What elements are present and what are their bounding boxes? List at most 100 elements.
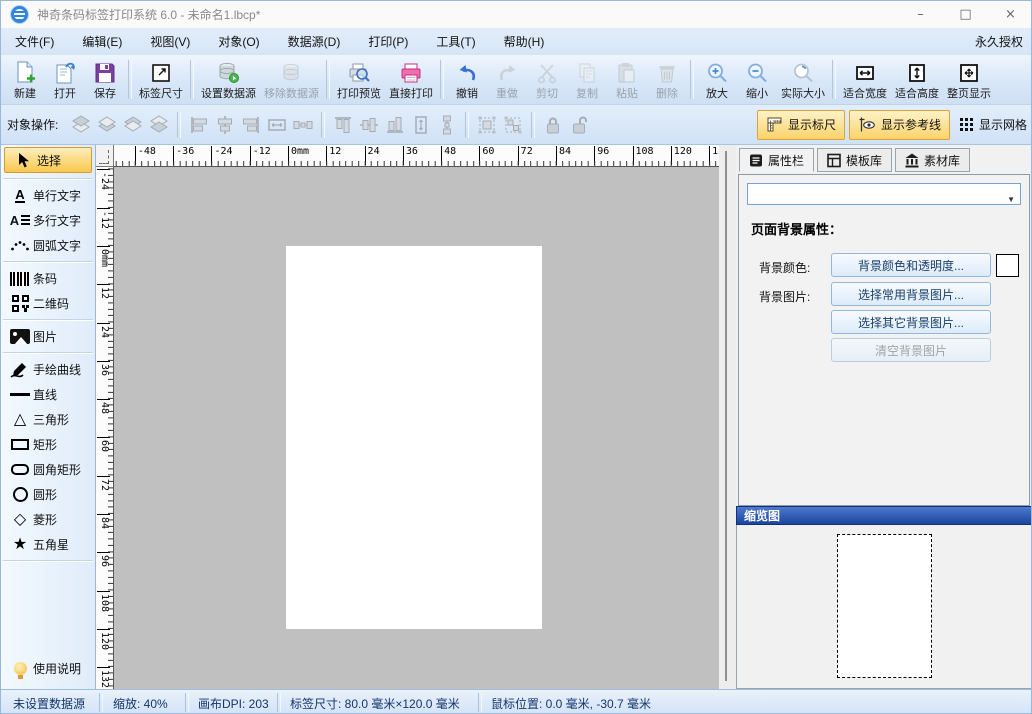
v-ruler-label: 108 — [97, 591, 110, 612]
tool-star[interactable]: ★ 五角星 — [1, 532, 95, 557]
button-label: 删除 — [656, 85, 678, 101]
bg-color-button[interactable]: 背景颜色和透明度... — [831, 253, 991, 277]
menu-tools[interactable]: 工具(T) — [422, 33, 489, 50]
tool-select[interactable]: 选择 — [4, 147, 92, 173]
button-label: 保存 — [94, 85, 116, 101]
new-button[interactable]: 新建 — [5, 55, 45, 104]
label-page[interactable] — [286, 246, 542, 629]
diamond-icon: ◇ — [7, 512, 33, 528]
status-separator — [185, 693, 189, 712]
cut-button: 剪切 — [527, 55, 567, 104]
toolbox-separator — [3, 319, 93, 321]
h-ruler-label: 132 — [709, 146, 719, 165]
set-datasource-button[interactable]: 设置数据源 — [197, 55, 260, 104]
help-button[interactable]: 使用说明 — [1, 656, 95, 681]
tab-template-library[interactable]: 模板库 — [817, 148, 892, 172]
undo-icon — [456, 60, 479, 84]
toggle-label: 显示网格 — [979, 116, 1027, 133]
tab-material-library[interactable]: 素材库 — [895, 148, 970, 172]
menu-help[interactable]: 帮助(H) — [490, 33, 559, 50]
bg-image-other-button[interactable]: 选择其它背景图片... — [831, 310, 991, 334]
h-ruler-label: -48 — [135, 146, 156, 165]
menu-view[interactable]: 视图(V) — [136, 33, 204, 50]
object-select-dropdown[interactable]: ▼ — [747, 183, 1021, 205]
menu-edit[interactable]: 编辑(E) — [68, 33, 136, 50]
show-ruler-toggle[interactable]: 显示标尺 — [757, 110, 845, 140]
save-icon — [94, 60, 116, 84]
v-ruler-label: 60 — [97, 437, 110, 452]
menu-datasource[interactable]: 数据源(D) — [274, 33, 355, 50]
button-label: 适合宽度 — [843, 85, 887, 101]
tool-circle[interactable]: 圆形 — [1, 482, 95, 507]
whole-page-button[interactable]: 整页显示 — [943, 55, 995, 104]
button-label: 剪切 — [536, 85, 558, 101]
tool-multi-line-text[interactable]: A 多行文字 — [1, 208, 95, 233]
tool-qrcode[interactable]: 二维码 — [1, 291, 95, 316]
menu-print[interactable]: 打印(P) — [354, 33, 422, 50]
fit-height-button[interactable]: 适合高度 — [891, 55, 943, 104]
zoom-out-button[interactable]: 缩小 — [737, 55, 777, 104]
bg-color-swatch[interactable] — [996, 254, 1019, 277]
same-height-icon — [409, 113, 433, 137]
h-ruler-label: 108 — [633, 146, 654, 165]
toolbar-separator — [690, 60, 694, 99]
print-preview-button[interactable]: 打印预览 — [333, 55, 385, 104]
main-toolbar: 新建 打开 保存 标签尺寸 设置数据源 移除数据源 打印预览 — [1, 55, 1032, 105]
toolbar-separator — [190, 60, 194, 99]
distribute-vertical-icon — [435, 113, 459, 137]
status-separator — [478, 693, 482, 712]
button-label: 打印预览 — [337, 85, 381, 101]
tool-diamond[interactable]: ◇ 菱形 — [1, 507, 95, 532]
h-ruler-label: 12 — [326, 146, 341, 165]
license-status: 永久授权 — [975, 33, 1032, 50]
bg-image-common-button[interactable]: 选择常用背景图片... — [831, 282, 991, 306]
tool-straight-line[interactable]: 直线 — [1, 382, 95, 407]
send-backward-icon — [121, 113, 145, 137]
properties-panel: ▼ 页面背景属性： 背景颜色: 背景颜色和透明度... 背景图片: 选择常用背景… — [738, 174, 1030, 506]
label-size-button[interactable]: 标签尺寸 — [135, 55, 187, 104]
bg-color-label: 背景颜色: — [759, 259, 810, 276]
toolbar-separator — [128, 60, 132, 99]
ruler-icon — [766, 116, 783, 133]
fit-width-button[interactable]: 适合宽度 — [839, 55, 891, 104]
direct-print-button[interactable]: 直接打印 — [385, 55, 437, 104]
tab-properties[interactable]: 属性栏 — [739, 148, 814, 172]
tool-barcode[interactable]: 条码 — [1, 266, 95, 291]
tool-triangle[interactable]: △ 三角形 — [1, 407, 95, 432]
menu-file[interactable]: 文件(F) — [1, 33, 68, 50]
panel-splitter[interactable] — [719, 145, 736, 689]
straight-line-icon — [7, 393, 33, 396]
tool-image[interactable]: 图片 — [1, 324, 95, 349]
minimize-button[interactable]: – — [898, 1, 943, 28]
v-ruler-label: -12 — [97, 208, 110, 229]
undo-button[interactable]: 撤销 — [447, 55, 487, 104]
v-ruler-label: -24 — [97, 169, 110, 190]
menu-object[interactable]: 对象(O) — [204, 33, 273, 50]
actual-size-button[interactable]: 实际大小 — [777, 55, 829, 104]
toolbar-separator — [531, 112, 535, 138]
tool-rectangle[interactable]: 矩形 — [1, 432, 95, 457]
toolbar-separator — [832, 60, 836, 99]
design-canvas[interactable] — [114, 167, 719, 689]
maximize-button[interactable]: □ — [943, 1, 988, 28]
close-button[interactable]: × — [988, 1, 1032, 28]
tool-rounded-rectangle[interactable]: 圆角矩形 — [1, 457, 95, 482]
zoom-out-icon — [746, 60, 768, 84]
tool-arc-text[interactable]: 圆弧文字 — [1, 233, 95, 258]
zoom-in-button[interactable]: 放大 — [697, 55, 737, 104]
toolbox-separator — [3, 261, 93, 263]
h-ruler-label: 48 — [441, 146, 456, 165]
align-left-icon — [187, 113, 211, 137]
show-grid-toggle[interactable]: 显示网格 — [960, 116, 1027, 133]
horizontal-ruler: -48-36-24-120mm1224364860728496108120132 — [114, 145, 719, 167]
rounded-rectangle-icon — [7, 464, 33, 475]
tool-single-line-text[interactable]: A 单行文字 — [1, 183, 95, 208]
show-guideline-toggle[interactable]: 显示参考线 — [849, 110, 950, 140]
tool-label: 三角形 — [33, 411, 69, 428]
splitter-handle[interactable] — [725, 151, 727, 681]
open-button[interactable]: 打开 — [45, 55, 85, 104]
rectangle-icon — [7, 439, 33, 450]
app-logo-icon — [10, 5, 29, 24]
tool-freehand-curve[interactable]: 手绘曲线 — [1, 357, 95, 382]
save-button[interactable]: 保存 — [85, 55, 125, 104]
